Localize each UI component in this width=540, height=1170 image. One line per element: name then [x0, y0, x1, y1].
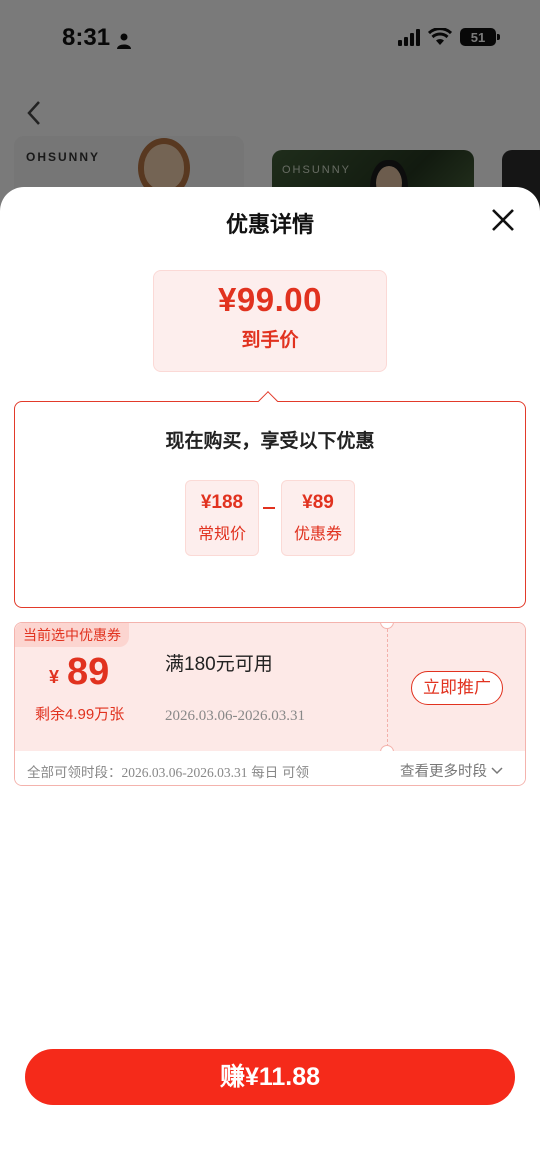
final-price-label: 到手价 [241, 330, 299, 351]
chevron-down-icon [491, 766, 503, 774]
coupon-value: ¥89 [302, 492, 334, 513]
coupon-amount: 89 [67, 651, 110, 693]
regular-price-value: ¥188 [200, 492, 244, 513]
discount-detail-box: 现在购买，享受以下优惠 ¥188 常规价 ¥89 优惠券 [14, 391, 526, 608]
coupon-date-range: 2026.03.06-2026.03.31 [165, 708, 305, 724]
final-price-value: ¥99.00 [218, 281, 322, 318]
period-label: 全部可领时段： [27, 765, 122, 780]
discount-detail-title: 现在购买，享受以下优惠 [165, 431, 375, 452]
earn-button[interactable]: 赚¥11.88 [25, 1049, 515, 1105]
more-periods-label: 查看更多时段 [400, 764, 487, 780]
coupon-remaining: 剩余4.99万张 [35, 706, 125, 723]
selected-coupon-card: 当前选中优惠券 ¥ 89 剩余4.99万张 满180元可用 2026.03.06… [14, 622, 526, 786]
regular-price-label: 常规价 [197, 526, 246, 543]
promote-button[interactable]: 立即推广 [411, 671, 503, 705]
coupon-condition: 满180元可用 [165, 654, 273, 675]
close-icon[interactable] [490, 207, 516, 233]
regular-price-chip: ¥188 常规价 [185, 480, 259, 556]
coupon-divider [387, 629, 388, 747]
final-price-box: ¥99.00 到手价 [153, 270, 387, 372]
pointer-notch [258, 391, 278, 411]
coupon-tag: 当前选中优惠券 [15, 623, 129, 647]
coupon-period-bar: 全部可领时段：2026.03.06-2026.03.31 每日 可领 查看更多时… [15, 751, 525, 785]
coupon-period: 全部可领时段：2026.03.06-2026.03.31 每日 可领 [27, 761, 309, 781]
coupon-label: 优惠券 [293, 526, 342, 543]
period-suffix: 每日 可领 [247, 765, 310, 780]
minus-icon [263, 507, 275, 509]
coupon-detail-sheet: 优惠详情 ¥99.00 到手价 现在购买，享受以下优惠 ¥188 常规价 ¥89… [0, 187, 540, 1170]
coupon-chip: ¥89 优惠券 [281, 480, 355, 556]
period-range: 2026.03.06-2026.03.31 [121, 765, 248, 780]
coupon-currency: ¥ [49, 667, 60, 687]
more-periods-link[interactable]: 查看更多时段 [400, 760, 503, 781]
sheet-title: 优惠详情 [225, 212, 314, 237]
